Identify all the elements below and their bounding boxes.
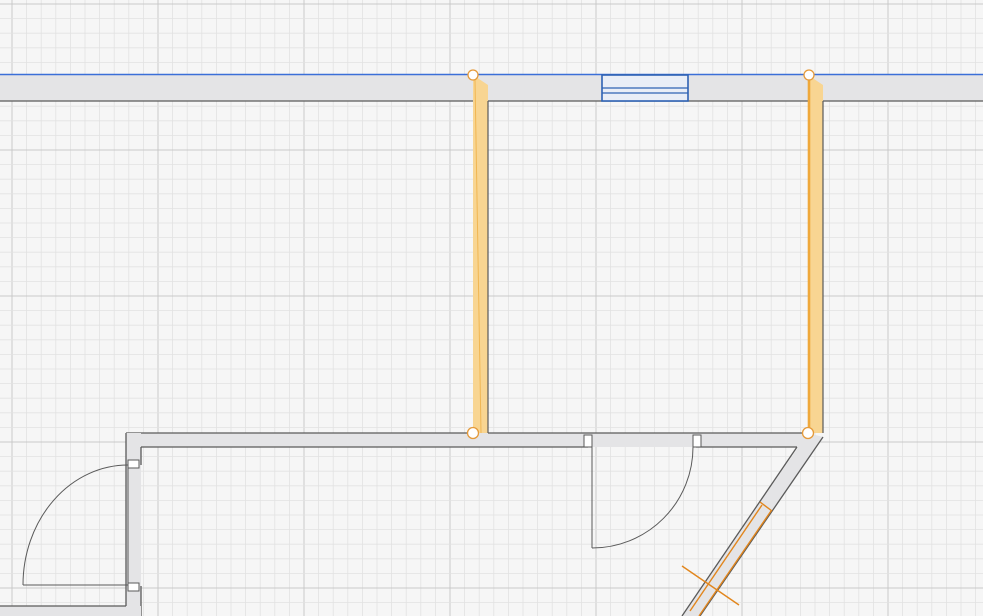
selected-wall-left[interactable] xyxy=(473,75,489,434)
handle-icon[interactable] xyxy=(467,69,479,81)
floor-plan-svg[interactable] xyxy=(0,0,983,616)
handle-icon[interactable] xyxy=(466,426,480,440)
window[interactable] xyxy=(601,74,689,102)
middle-wall[interactable] xyxy=(126,432,808,448)
handle-icon[interactable] xyxy=(803,69,815,81)
selected-wall-right[interactable] xyxy=(807,75,824,433)
floor-plan-canvas[interactable] xyxy=(0,0,983,616)
handle-icon[interactable] xyxy=(801,426,815,440)
top-wall[interactable] xyxy=(0,75,983,101)
bottom-left-wall[interactable] xyxy=(0,605,141,616)
